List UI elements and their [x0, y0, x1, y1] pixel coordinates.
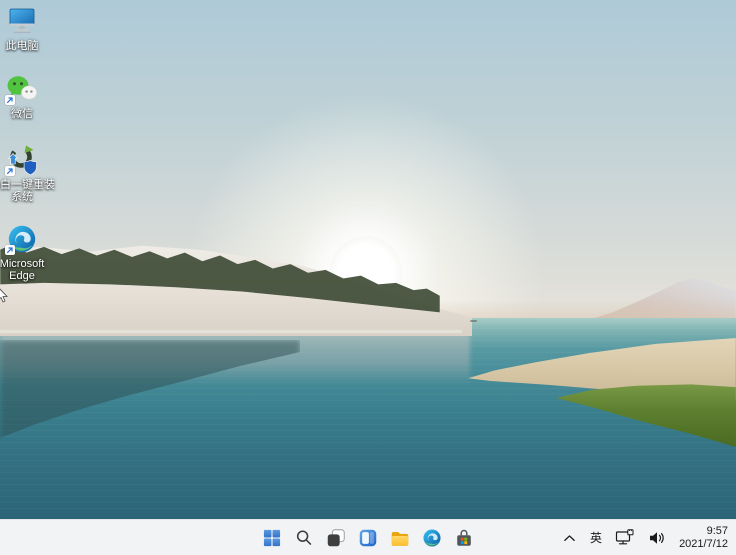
desktop-icon-this-pc[interactable]: 此电脑 [0, 4, 58, 52]
desktop-icon-wechat[interactable]: 微信 [0, 72, 58, 120]
show-hidden-icons-button[interactable] [560, 526, 579, 550]
file-explorer-button[interactable] [388, 526, 412, 550]
search-button[interactable] [292, 526, 316, 550]
shortcut-arrow-icon [5, 95, 15, 105]
microsoft-store-button[interactable] [452, 526, 476, 550]
mouse-cursor [0, 286, 8, 309]
task-view-button[interactable] [324, 526, 348, 550]
volume-button[interactable] [646, 526, 668, 550]
store-bag-icon [457, 529, 471, 546]
windows-logo-icon [263, 529, 281, 546]
ime-language-label: 英 [590, 531, 603, 545]
taskbar-center-icons [260, 520, 476, 555]
taskbar: 英 9:57 2021/7/12 [0, 519, 736, 555]
edge-icon [423, 528, 441, 547]
edge-taskbar-button[interactable] [420, 526, 444, 550]
search-icon [296, 529, 312, 545]
clock-time: 9:57 [706, 524, 728, 537]
shortcut-arrow-icon [5, 166, 15, 176]
start-button[interactable] [260, 526, 284, 550]
clock[interactable]: 9:57 2021/7/12 [677, 524, 730, 550]
network-button[interactable] [613, 526, 637, 550]
edge-icon [5, 222, 39, 256]
wallpaper-distant-speck [470, 320, 477, 322]
this-pc-icon [5, 4, 39, 38]
chevron-up-icon [564, 534, 575, 541]
desktop-icon-label: 小白一键重装 系统 [0, 179, 55, 203]
clock-date: 2021/7/12 [679, 537, 728, 550]
desktop-screen: 此电脑 微信 白一键重装 系统 Microsoft Edge 英 9:57 20… [0, 0, 736, 555]
volume-icon [650, 531, 664, 544]
desktop-icon-xiaobai-reinstall[interactable]: 小白一键重装 系统 [0, 143, 58, 203]
desktop-icon-microsoft-edge[interactable]: Microsoft Edge [0, 222, 58, 282]
wechat-icon [5, 72, 39, 106]
system-tray: 英 9:57 2021/7/12 [560, 520, 730, 555]
wallpaper-shoreline [0, 330, 462, 333]
desktop-icon-label: 此电脑 [5, 40, 39, 52]
desktop-background[interactable] [0, 0, 736, 555]
widgets-icon [359, 529, 377, 546]
shortcut-arrow-icon [5, 245, 15, 255]
folder-icon [391, 531, 409, 546]
reinstall-tool-icon [5, 143, 39, 177]
task-view-icon [327, 528, 345, 546]
desktop-icon-label: Microsoft Edge [0, 258, 45, 282]
ime-language-indicator[interactable]: 英 [588, 526, 604, 550]
desktop-icon-label: 微信 [11, 108, 33, 120]
widgets-button[interactable] [356, 526, 380, 550]
network-ethernet-icon [615, 529, 634, 545]
